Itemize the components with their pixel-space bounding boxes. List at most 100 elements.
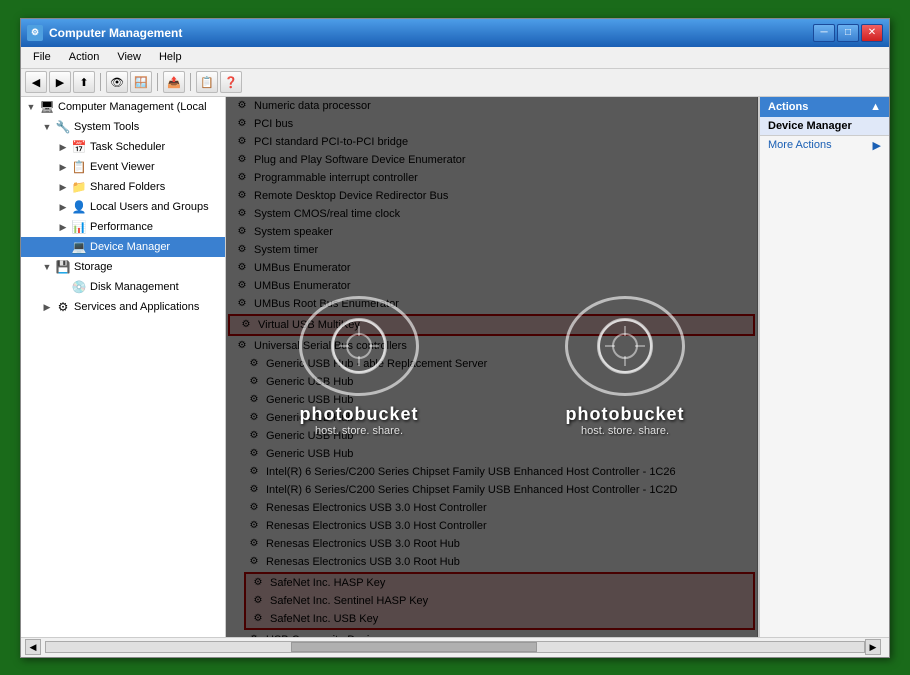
list-item[interactable]: ⚙ USB Composite Device [226, 631, 757, 637]
icon-event-viewer: 📋 [71, 159, 87, 175]
list-item[interactable]: ⚙ PCI standard PCI-to-PCI bridge [226, 133, 757, 151]
scroll-left-btn[interactable]: ◀ [25, 639, 41, 655]
list-item[interactable]: ⚙ Generic USB Hub - able Replacement Ser… [226, 355, 757, 373]
icon-computer-management: 🖥 [39, 99, 55, 115]
toolbar-show-hide[interactable]: 👁 [106, 71, 128, 93]
expander-local-users[interactable]: ▶ [55, 199, 71, 215]
device-icon: ⚙ [246, 410, 262, 426]
toolbar-new-window[interactable]: 🪟 [130, 71, 152, 93]
toolbar-forward[interactable]: ▶ [49, 71, 71, 93]
usb-controllers-icon: ⚙ [234, 338, 250, 354]
list-item[interactable]: ⚙ Generic USB Hub [226, 409, 757, 427]
tree-device-manager[interactable]: 💻 Device Manager [21, 237, 225, 257]
device-name: Generic USB Hub [266, 430, 353, 442]
list-item[interactable]: ⚙ Renesas Electronics USB 3.0 Root Hub [226, 553, 757, 571]
more-actions-arrow: ▶ [873, 139, 881, 152]
expander-computer-management[interactable]: ▼ [23, 99, 39, 115]
device-icon: ⚙ [246, 554, 262, 570]
expander-storage[interactable]: ▼ [39, 259, 55, 275]
label-device-manager: Device Manager [90, 241, 170, 253]
icon-performance: 📊 [71, 219, 87, 235]
list-item[interactable]: ⚙ Renesas Electronics USB 3.0 Host Contr… [226, 517, 757, 535]
list-item[interactable]: ⚙ Plug and Play Software Device Enumerat… [226, 151, 757, 169]
more-actions-item[interactable]: More Actions ▶ [760, 136, 889, 155]
device-icon-safenet-1: ⚙ [250, 575, 266, 591]
list-item[interactable]: ⚙ UMBus Enumerator [226, 277, 757, 295]
menu-file[interactable]: File [25, 49, 59, 65]
icon-storage: 💾 [55, 259, 71, 275]
safenet-sentinel-hasp-key[interactable]: ⚙ SafeNet Inc. Sentinel HASP Key [246, 592, 753, 610]
tree-event-viewer[interactable]: ▶ 📋 Event Viewer [21, 157, 225, 177]
list-item[interactable]: ⚙ Renesas Electronics USB 3.0 Root Hub [226, 535, 757, 553]
tree-services-apps[interactable]: ▶ ⚙ Services and Applications [21, 297, 225, 317]
list-item[interactable]: ⚙ Generic USB Hub [226, 373, 757, 391]
expander-task-scheduler[interactable]: ▶ [55, 139, 71, 155]
list-item[interactable]: ⚙ Generic USB Hub [226, 391, 757, 409]
tree-local-users[interactable]: ▶ 👤 Local Users and Groups [21, 197, 225, 217]
safenet-usb-key[interactable]: ⚙ SafeNet Inc. USB Key [246, 610, 753, 628]
tree-shared-folders[interactable]: ▶ 📁 Shared Folders [21, 177, 225, 197]
expander-services[interactable]: ▶ [39, 299, 55, 315]
toolbar-up[interactable]: ⬆ [73, 71, 95, 93]
expander-system-tools[interactable]: ▼ [39, 119, 55, 135]
list-item[interactable]: ⚙ Intel(R) 6 Series/C200 Series Chipset … [226, 481, 757, 499]
minimize-button[interactable]: ─ [813, 24, 835, 42]
scrollbar-thumb[interactable] [291, 642, 536, 652]
tree-disk-management[interactable]: 💿 Disk Management [21, 277, 225, 297]
device-icon: ⚙ [246, 632, 262, 637]
list-item[interactable]: ⚙ Remote Desktop Device Redirector Bus [226, 187, 757, 205]
list-item[interactable]: ⚙ Generic USB Hub [226, 445, 757, 463]
tree-computer-management[interactable]: ▼ 🖥 Computer Management (Local [21, 97, 225, 117]
safenet-hasp-key[interactable]: ⚙ SafeNet Inc. HASP Key [246, 574, 753, 592]
horizontal-scrollbar[interactable] [45, 641, 865, 653]
list-item[interactable]: ⚙ Programmable interrupt controller [226, 169, 757, 187]
scroll-right-btn[interactable]: ▶ [865, 639, 881, 655]
middle-panel: ⚙ Numeric data processor ⚙ PCI bus ⚙ PCI… [226, 97, 758, 637]
list-item[interactable]: ⚙ Numeric data processor [226, 97, 757, 115]
expander-device-manager[interactable] [55, 239, 71, 255]
tree-task-scheduler[interactable]: ▶ 📅 Task Scheduler [21, 137, 225, 157]
close-button[interactable]: ✕ [861, 24, 883, 42]
list-item[interactable]: ⚙ Intel(R) 6 Series/C200 Series Chipset … [226, 463, 757, 481]
expander-shared-folders[interactable]: ▶ [55, 179, 71, 195]
device-name: UMBus Enumerator [254, 280, 351, 292]
menu-action[interactable]: Action [61, 49, 108, 65]
list-item[interactable]: ⚙ Generic USB Hub [226, 427, 757, 445]
label-system-tools: System Tools [74, 121, 139, 133]
device-name: PCI standard PCI-to-PCI bridge [254, 136, 408, 148]
device-name: Renesas Electronics USB 3.0 Root Hub [266, 556, 460, 568]
actions-collapse-icon[interactable]: ▲ [870, 101, 881, 113]
menu-help[interactable]: Help [151, 49, 190, 65]
list-item[interactable]: ⚙ UMBus Enumerator [226, 259, 757, 277]
tree-system-tools[interactable]: ▼ 🔧 System Tools [21, 117, 225, 137]
toolbar-help[interactable]: ❓ [220, 71, 242, 93]
toolbar-sep-3 [190, 73, 191, 91]
device-icon: ⚙ [234, 296, 250, 312]
device-icon: ⚙ [234, 134, 250, 150]
list-item[interactable]: ⚙ System speaker [226, 223, 757, 241]
left-tree-panel: ▼ 🖥 Computer Management (Local ▼ 🔧 Syste… [21, 97, 226, 637]
device-icon: ⚙ [234, 278, 250, 294]
list-item[interactable]: ⚙ System CMOS/real time clock [226, 205, 757, 223]
toolbar-export[interactable]: 📤 [163, 71, 185, 93]
maximize-button[interactable]: □ [837, 24, 859, 42]
list-item[interactable]: ⚙ PCI bus [226, 115, 757, 133]
tree-performance[interactable]: ▶ 📊 Performance [21, 217, 225, 237]
toolbar-properties[interactable]: 📋 [196, 71, 218, 93]
expander-performance[interactable]: ▶ [55, 219, 71, 235]
virtual-usb-multikey-item[interactable]: ⚙ Virtual USB MultiKey [228, 314, 755, 336]
list-item[interactable]: ⚙ System timer [226, 241, 757, 259]
label-services: Services and Applications [74, 301, 199, 313]
title-bar: ⚙ Computer Management ─ □ ✕ [21, 19, 889, 47]
menu-view[interactable]: View [109, 49, 149, 65]
icon-system-tools: 🔧 [55, 119, 71, 135]
list-item[interactable]: ⚙ Renesas Electronics USB 3.0 Host Contr… [226, 499, 757, 517]
list-item[interactable]: ⚙ UMBus Root Bus Enumerator [226, 295, 757, 313]
device-icon: ⚙ [234, 152, 250, 168]
expander-disk-management[interactable] [55, 279, 71, 295]
toolbar-back[interactable]: ◀ [25, 71, 47, 93]
device-icon: ⚙ [246, 428, 262, 444]
tree-storage[interactable]: ▼ 💾 Storage [21, 257, 225, 277]
expander-event-viewer[interactable]: ▶ [55, 159, 71, 175]
device-icon: ⚙ [246, 536, 262, 552]
